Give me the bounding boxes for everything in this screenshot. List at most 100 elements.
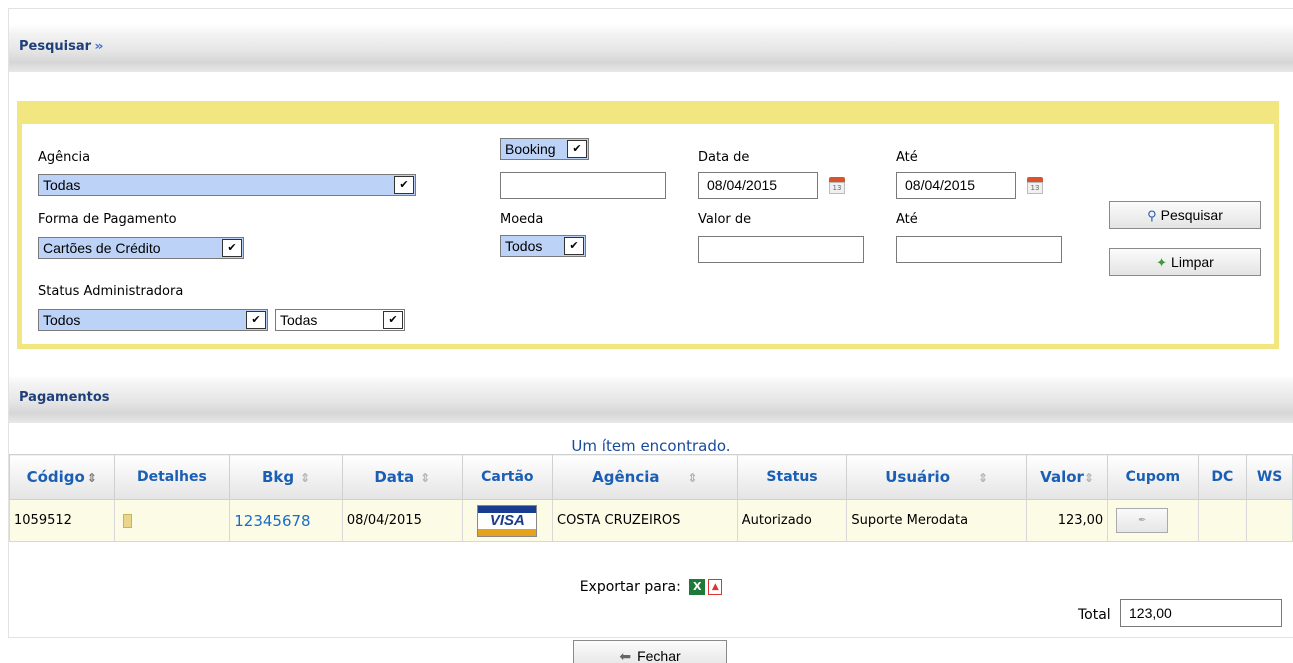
search-header[interactable]: Pesquisar» xyxy=(9,24,1293,72)
total-label: Total xyxy=(1078,607,1111,623)
moeda-value: Todos xyxy=(505,238,543,254)
cell-ws xyxy=(1246,499,1293,542)
chevron-down-icon: ✔ xyxy=(246,311,266,329)
cell-detalhes xyxy=(113,499,231,542)
agencia-select-value: Todas xyxy=(43,177,81,193)
sort-icon: ⇕ xyxy=(420,471,431,485)
status-admin-value: Todos xyxy=(43,312,81,328)
col-detalhes: Detalhes xyxy=(113,454,231,500)
sort-icon: ⇕ xyxy=(300,471,311,485)
valor-de-input[interactable] xyxy=(698,236,864,263)
results-count: Um ítem encontrado. xyxy=(571,437,731,455)
col-agencia-label: Agência xyxy=(592,468,660,486)
export-bar: Exportar para: X ▲ xyxy=(9,579,1293,595)
fechar-button[interactable]: ⬅ Fechar xyxy=(573,640,727,663)
cell-bkg: 12345678 xyxy=(229,499,343,542)
status-admin-secondary-value: Todas xyxy=(280,312,318,328)
double-chevron-down-icon[interactable]: » xyxy=(94,39,103,53)
calendar-icon[interactable]: 13 xyxy=(829,177,845,194)
booking-input[interactable] xyxy=(500,172,666,199)
calendar-icon[interactable]: 13 xyxy=(1027,177,1043,194)
pdf-icon[interactable]: ▲ xyxy=(708,579,723,595)
ate-valor-input[interactable] xyxy=(896,236,1062,263)
booking-type-select[interactable]: Booking ✔ xyxy=(500,138,589,160)
cupom-button[interactable]: ✒ xyxy=(1116,508,1169,533)
col-usuario-label: Usuário xyxy=(885,468,951,486)
magnifier-icon: ⚲ xyxy=(1147,208,1157,223)
agencia-label: Agência xyxy=(38,150,91,165)
col-codigo-label: Código xyxy=(26,468,85,486)
cell-codigo: 1059512 xyxy=(9,499,115,542)
cell-valor: 123,00 xyxy=(1025,499,1109,542)
cell-data: 08/04/2015 xyxy=(341,499,463,542)
sort-icon: ⇕ xyxy=(687,471,698,485)
payments-table: Código ⇕ Detalhes Bkg ⇕ Data ⇕ Cartão Agênc… xyxy=(9,454,1293,542)
col-usuario[interactable]: Usuário ⇕ xyxy=(846,454,1027,500)
search-title-text: Pesquisar xyxy=(19,39,92,54)
col-valor[interactable]: Valor⇕ xyxy=(1025,454,1109,500)
export-label: Exportar para: xyxy=(579,579,681,595)
pesquisar-button-label: Pesquisar xyxy=(1160,207,1223,223)
total-field: 123,00 xyxy=(1120,599,1282,627)
filter-panel: Agência Todas ✔ Forma de Pagamento Cartõ… xyxy=(17,101,1279,349)
col-cartao: Cartão xyxy=(461,454,554,500)
data-de-input[interactable]: 08/04/2015 xyxy=(698,172,818,199)
arrow-left-icon: ⬅ xyxy=(619,648,632,663)
eraser-icon: ✦ xyxy=(1156,255,1168,270)
col-valor-label: Valor xyxy=(1040,468,1084,486)
chevron-down-icon: ✔ xyxy=(567,140,587,158)
col-codigo[interactable]: Código ⇕ xyxy=(9,454,115,500)
visa-card-icon: VISA xyxy=(477,504,538,537)
cell-dc xyxy=(1197,499,1248,542)
ate-valor-label: Até xyxy=(896,212,918,227)
chevron-down-icon: ✔ xyxy=(394,176,414,194)
status-admin-secondary-select[interactable]: Todas ✔ xyxy=(275,309,405,331)
chevron-down-icon: ✔ xyxy=(222,239,242,257)
chevron-down-icon: ✔ xyxy=(383,311,403,329)
chevron-down-icon: ✔ xyxy=(564,237,584,255)
col-data-label: Data xyxy=(374,468,415,486)
cell-cartao: VISA xyxy=(461,499,554,542)
col-agencia[interactable]: Agência ⇕ xyxy=(552,454,738,500)
ate-data-input[interactable]: 08/04/2015 xyxy=(896,172,1016,199)
status-admin-select[interactable]: Todos ✔ xyxy=(38,309,268,331)
forma-pagamento-select[interactable]: Cartões de Crédito ✔ xyxy=(38,237,244,259)
sort-icon: ⇕ xyxy=(86,471,97,485)
cell-status: Autorizado xyxy=(736,499,848,542)
booking-type-value: Booking xyxy=(505,141,556,157)
pesquisar-button[interactable]: ⚲ Pesquisar xyxy=(1109,201,1261,229)
fechar-button-label: Fechar xyxy=(637,648,681,663)
col-bkg-label: Bkg xyxy=(261,468,295,486)
col-bkg[interactable]: Bkg ⇕ xyxy=(229,454,343,500)
cell-cupom: ✒ xyxy=(1107,499,1199,542)
cell-usuario: Suporte Merodata xyxy=(846,499,1027,542)
col-ws: WS xyxy=(1246,454,1293,500)
col-dc: DC xyxy=(1197,454,1248,500)
agencia-select[interactable]: Todas ✔ xyxy=(38,174,416,196)
page-container: Pesquisar» Agência Todas ✔ Forma de Paga… xyxy=(8,8,1293,638)
document-icon[interactable] xyxy=(122,513,132,528)
ate-data-label: Até xyxy=(896,150,918,165)
card-brand: VISA xyxy=(489,511,525,529)
filter-form: Agência Todas ✔ Forma de Pagamento Cartõ… xyxy=(22,124,1274,344)
data-de-label: Data de xyxy=(698,150,750,165)
limpar-button[interactable]: ✦ Limpar xyxy=(1109,248,1261,276)
search-title: Pesquisar» xyxy=(19,39,104,54)
limpar-button-label: Limpar xyxy=(1171,254,1214,270)
forma-pagamento-value: Cartões de Crédito xyxy=(43,240,161,256)
moeda-label: Moeda xyxy=(500,212,544,227)
valor-de-label: Valor de xyxy=(698,212,752,227)
col-status: Status xyxy=(736,454,848,500)
status-admin-label: Status Administradora xyxy=(38,284,184,299)
excel-icon[interactable]: X xyxy=(689,579,706,595)
col-cupom: Cupom xyxy=(1107,454,1199,500)
cell-agencia: COSTA CRUZEIROS xyxy=(552,499,738,542)
col-data[interactable]: Data ⇕ xyxy=(341,454,463,500)
payments-title: Pagamentos xyxy=(19,390,110,405)
sort-icon: ⇕ xyxy=(1083,471,1094,485)
forma-pagamento-label: Forma de Pagamento xyxy=(38,212,177,227)
table-row: 1059512 12345678 08/04/2015 VISA COSTA C… xyxy=(9,499,1293,542)
payments-header: Pagamentos xyxy=(9,375,1293,423)
moeda-select[interactable]: Todos ✔ xyxy=(500,235,586,257)
booking-link[interactable]: 12345678 xyxy=(234,512,310,530)
